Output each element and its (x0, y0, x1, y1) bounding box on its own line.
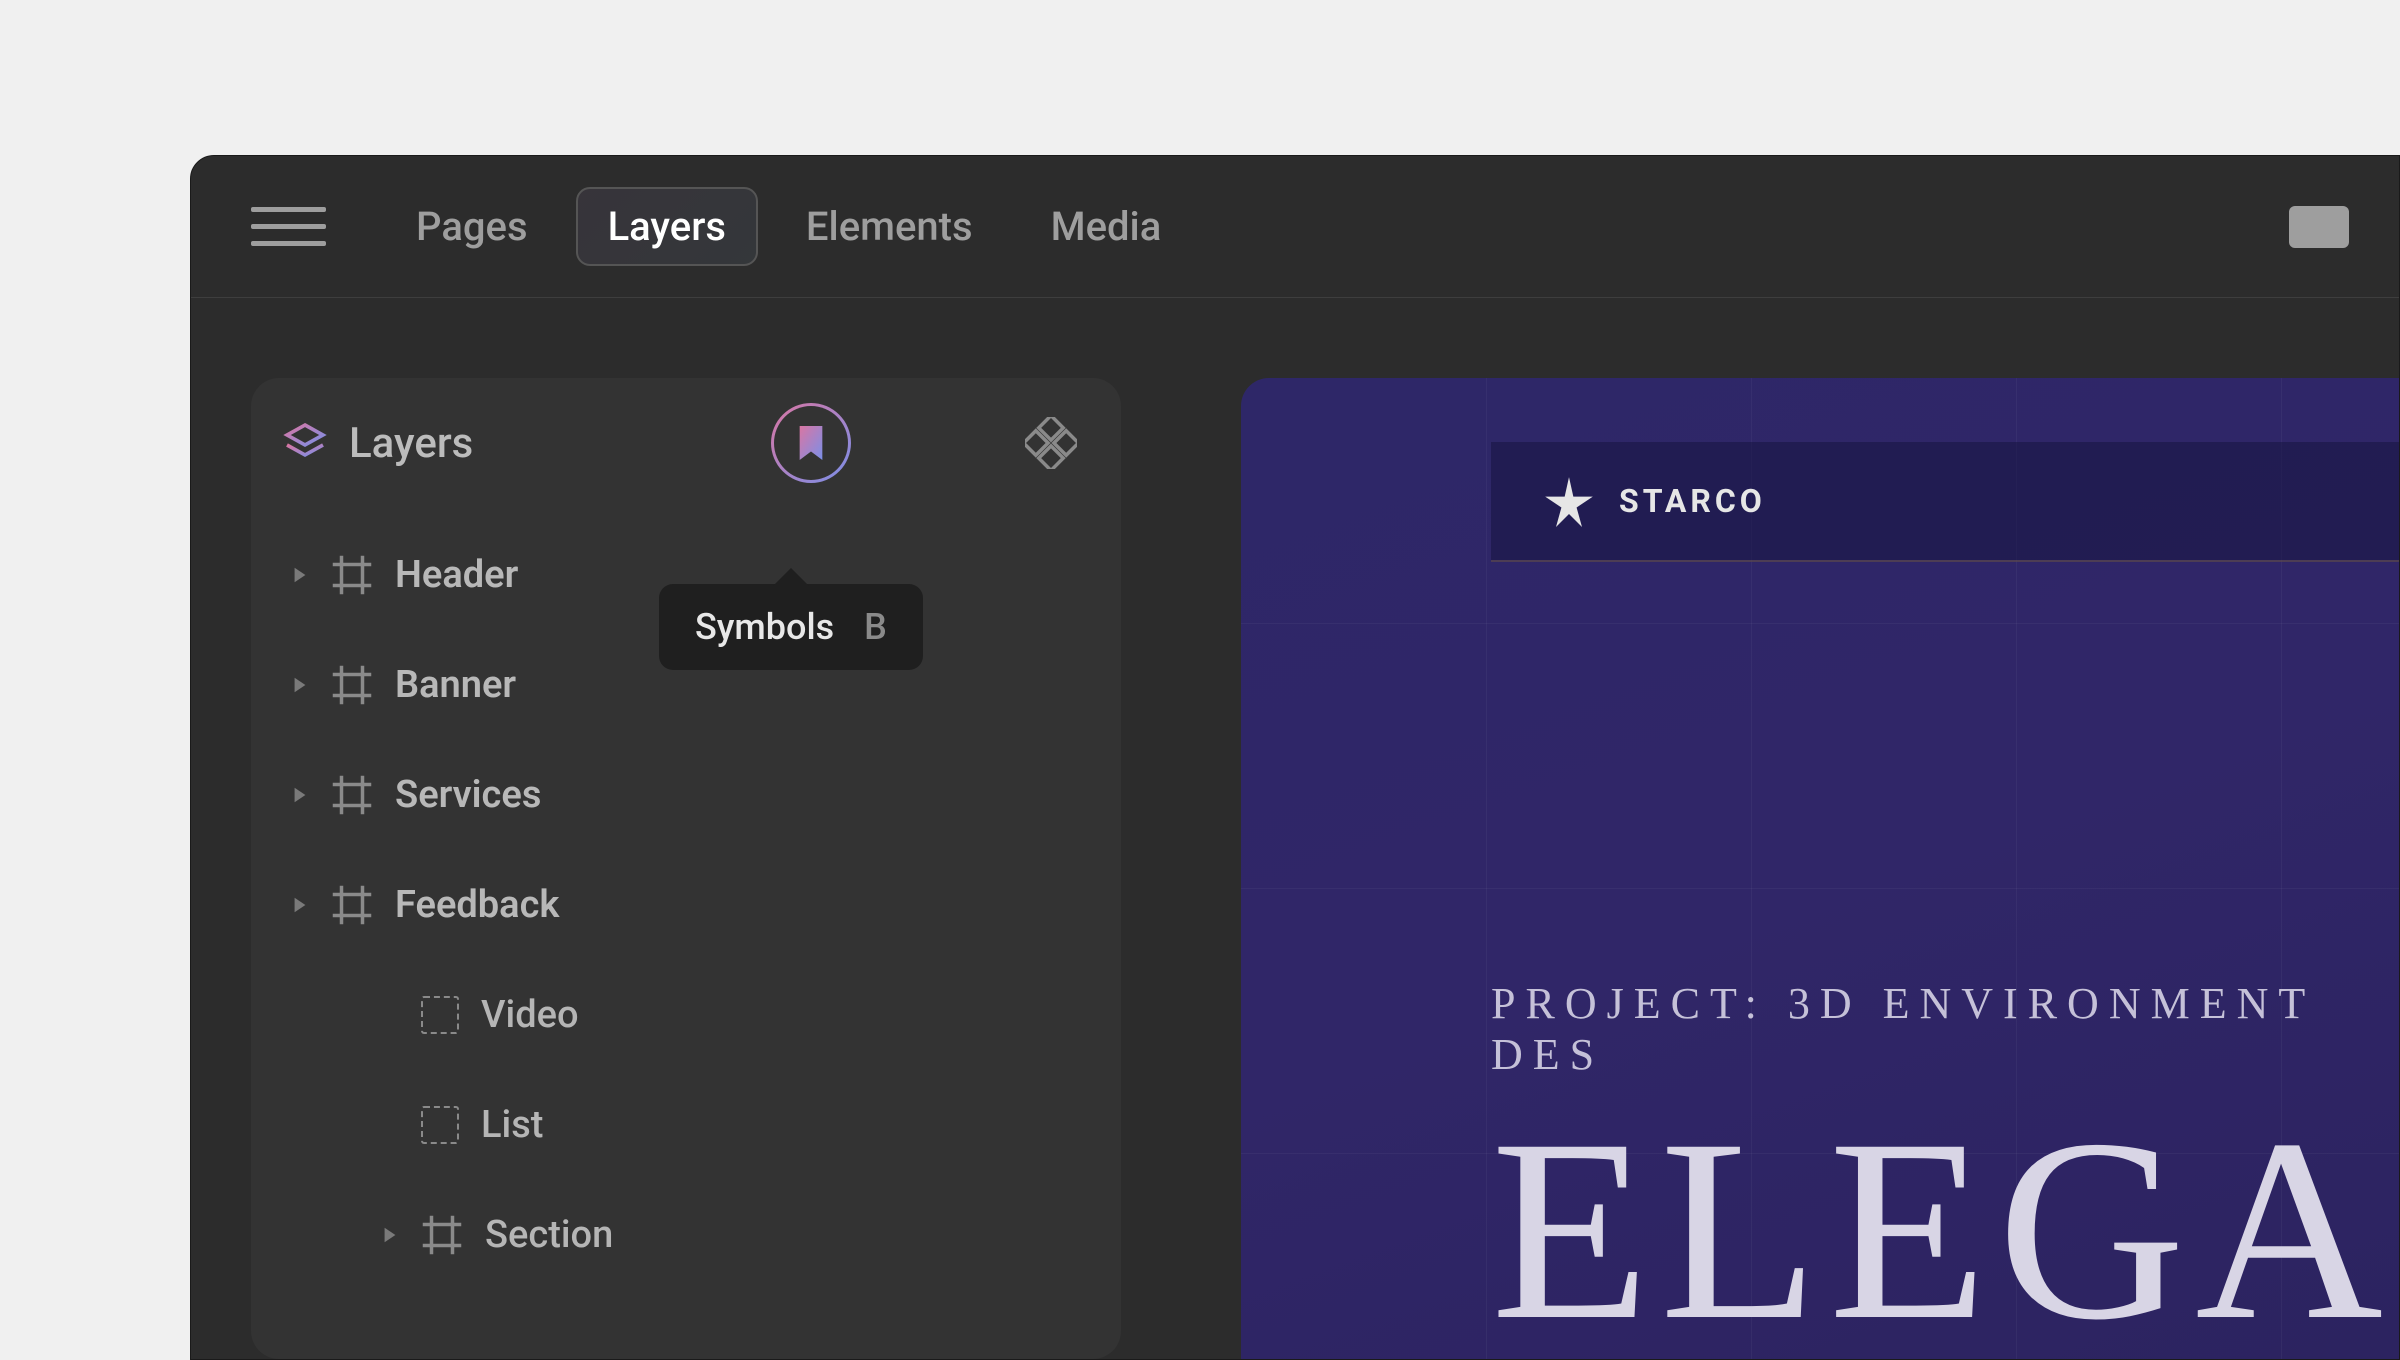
tab-layers[interactable]: Layers (576, 187, 758, 266)
layer-label: Services (395, 773, 541, 817)
topbar-right (2289, 206, 2349, 248)
frame-icon (331, 664, 373, 706)
hero-title: ELEGA (1491, 1100, 2399, 1359)
hero-content: PROJECT: 3D ENVIRONMENT DES ELEGA (1491, 978, 2399, 1359)
chevron-right-icon (381, 1226, 399, 1244)
tab-pages[interactable]: Pages (386, 189, 558, 264)
layer-item-feedback[interactable]: Feedback (251, 850, 1121, 960)
panel-tab-layers[interactable]: Layers (281, 419, 751, 468)
chevron-right-icon (291, 676, 309, 694)
device-preview-icon[interactable] (2289, 206, 2349, 248)
element-icon (421, 996, 459, 1034)
layer-label: Video (481, 993, 579, 1037)
menu-icon[interactable] (241, 197, 336, 256)
content-area: Layers (191, 298, 2399, 1359)
panel-tabs: Layers (251, 378, 1121, 508)
layer-item-section[interactable]: Section (251, 1180, 1121, 1290)
frame-icon (421, 1214, 463, 1256)
frame-icon (331, 884, 373, 926)
chevron-right-icon (291, 896, 309, 914)
layer-label: Header (395, 553, 518, 597)
components-icon (1025, 417, 1077, 469)
chevron-right-icon (291, 566, 309, 584)
layer-label: List (481, 1103, 543, 1147)
layer-item-video[interactable]: Video (251, 960, 1121, 1070)
frame-icon (331, 554, 373, 596)
brand-name: STARCO (1619, 482, 1766, 520)
tooltip-shortcut: B (864, 606, 887, 648)
panel-title: Layers (349, 419, 473, 468)
layer-label: Banner (395, 663, 516, 707)
topbar: Pages Layers Elements Media (191, 156, 2399, 298)
canvas-header: STARCO (1491, 442, 2399, 562)
layer-label: Section (485, 1213, 613, 1257)
layer-item-list[interactable]: List (251, 1070, 1121, 1180)
nav-tabs: Pages Layers Elements Media (386, 187, 1191, 266)
star-icon (1543, 475, 1595, 527)
chevron-right-icon (291, 786, 309, 804)
bookmark-icon (794, 423, 828, 463)
layer-item-services[interactable]: Services (251, 740, 1121, 850)
element-icon (421, 1106, 459, 1144)
tooltip-symbols: Symbols B (659, 584, 923, 670)
tab-elements[interactable]: Elements (776, 189, 1003, 264)
frame-icon (331, 774, 373, 816)
app-window: Pages Layers Elements Media (190, 155, 2400, 1360)
tooltip-label: Symbols (695, 606, 834, 648)
panel-tab-components[interactable] (1011, 403, 1091, 483)
canvas-preview[interactable]: STARCO PROJECT: 3D ENVIRONMENT DES ELEGA (1241, 378, 2399, 1359)
project-label: PROJECT: 3D ENVIRONMENT DES (1491, 978, 2399, 1080)
layers-icon (281, 419, 329, 467)
tab-media[interactable]: Media (1021, 189, 1192, 264)
layers-panel: Layers (251, 378, 1121, 1359)
layer-label: Feedback (395, 883, 559, 927)
panel-tab-symbols[interactable] (771, 403, 851, 483)
